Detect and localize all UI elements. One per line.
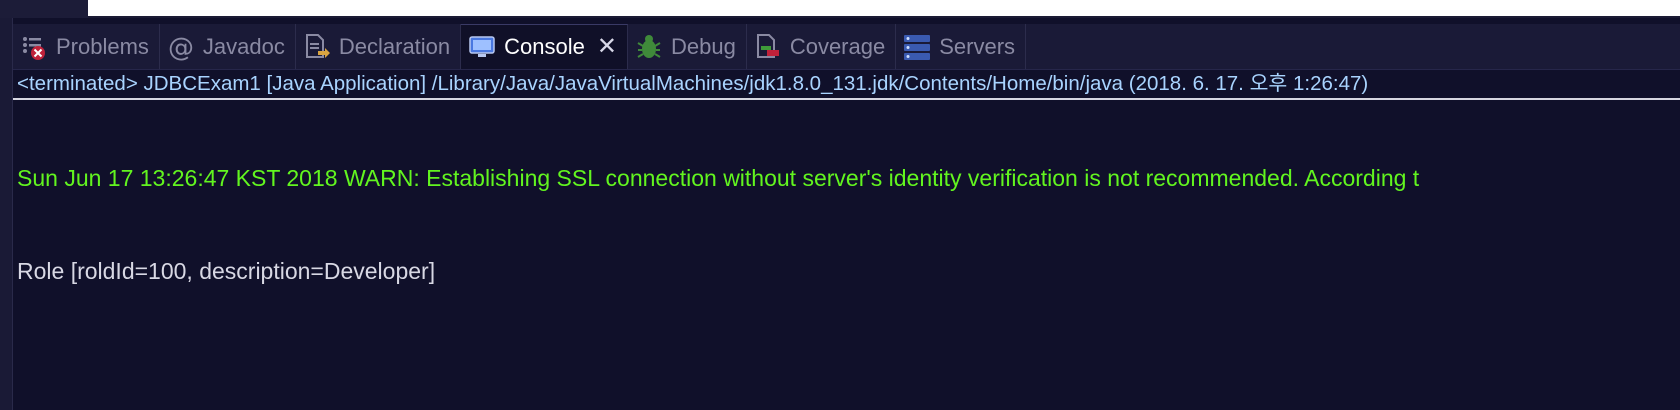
servers-icon [903,33,931,61]
tab-label: Servers [939,33,1016,59]
tab-label: Debug [670,33,736,59]
tab-coverage[interactable]: Coverage [747,24,897,69]
tab-servers[interactable]: Servers [896,24,1027,69]
debug-icon [635,33,663,61]
tab-debug[interactable]: Debug [628,24,747,69]
tab-problems[interactable]: Problems [13,24,160,69]
tab-declaration[interactable]: Declaration [296,24,462,69]
problems-icon [20,33,48,61]
tab-label: Coverage [789,33,886,59]
coverage-icon [754,33,782,61]
close-icon[interactable]: ✕ [597,35,617,59]
tab-label: Javadoc [202,33,285,59]
console-line-warn: Sun Jun 17 13:26:47 KST 2018 WARN: Estab… [17,165,1420,191]
divider [13,98,1680,100]
declaration-icon [303,33,331,61]
console-line-output: Role [roldId=100, description=Developer] [17,258,436,284]
tab-console[interactable]: Console ✕ [461,24,628,69]
svg-text:@: @ [168,33,194,61]
tab-javadoc[interactable]: @ Javadoc [160,24,296,69]
tab-label: Console [504,34,585,59]
editor-area [0,0,1680,18]
javadoc-icon: @ [167,33,195,61]
editor-gutter [0,0,88,18]
view-tab-bar: Problems @ Javadoc Declaration Console ✕… [13,24,1680,70]
launch-status: <terminated> JDBCExam1 [Java Application… [17,72,1369,95]
tab-label: Declaration [338,33,451,59]
editor-content[interactable] [88,0,1680,16]
console-output[interactable]: Sun Jun 17 13:26:47 KST 2018 WARN: Estab… [17,101,1680,410]
left-border [0,18,13,410]
tab-label: Problems [56,33,149,59]
console-view: Problems @ Javadoc Declaration Console ✕… [0,0,1680,410]
console-icon [468,33,496,61]
